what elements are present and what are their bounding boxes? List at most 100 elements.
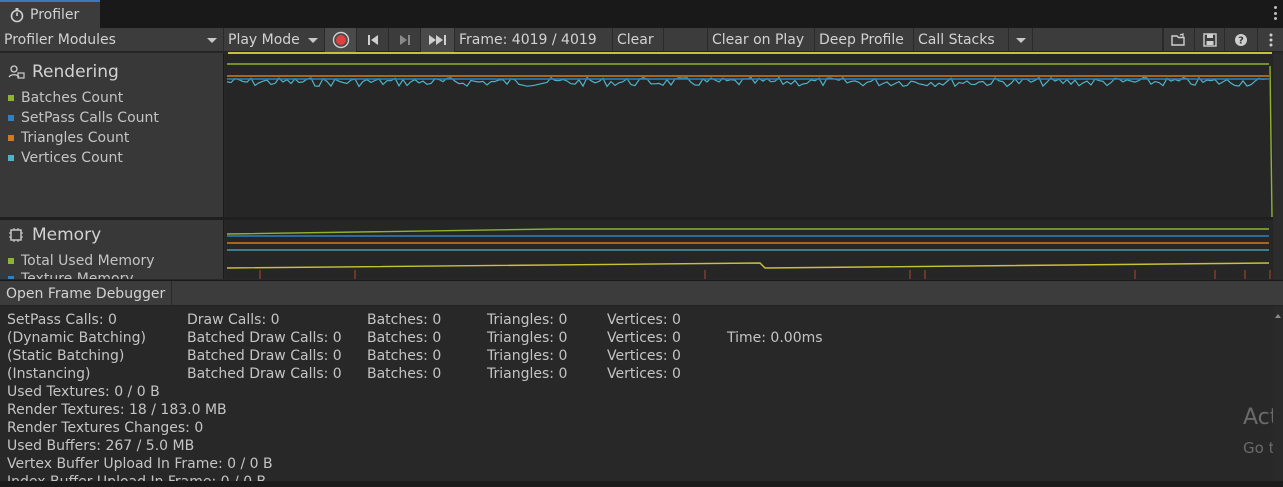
stat-dynamic-vertices: Vertices: 0 (607, 330, 681, 346)
clear-on-play-toggle[interactable]: Clear on Play (708, 28, 815, 52)
toolbar-spacer-right (1033, 28, 1163, 52)
legend-swatch (8, 135, 14, 141)
memory-chip-icon (6, 225, 26, 245)
memory-module[interactable]: Memory Total Used Memory Texture Memory (0, 220, 224, 279)
legend-item-vertices[interactable]: Vertices Count (8, 150, 123, 166)
stat-dynamic-batched-draw-calls: Batched Draw Calls: 0 (187, 330, 342, 346)
window-menu-icon[interactable] (1273, 6, 1277, 20)
help-button[interactable]: ? (1225, 28, 1258, 52)
stat-static-batched-draw-calls: Batched Draw Calls: 0 (187, 348, 342, 364)
record-icon (332, 31, 349, 49)
profiler-toolbar: Profiler Modules Play Mode Frame: 4019 /… (0, 28, 1283, 52)
gc-alloc-marks (259, 270, 1271, 279)
frame-counter-label: Frame: 4019 / 4019 (459, 32, 597, 48)
save-disk-icon (1202, 33, 1217, 47)
stat-instancing-triangles: Triangles: 0 (487, 366, 568, 382)
more-options-button[interactable] (1258, 28, 1283, 52)
save-button[interactable] (1195, 28, 1225, 52)
step-back-icon (367, 35, 378, 45)
memory-chart[interactable] (225, 220, 1273, 279)
vertical-dots-icon (1269, 33, 1272, 47)
legend-label: Vertices Count (21, 150, 123, 166)
module-list-panel: Rendering Batches Count SetPass Calls Co… (0, 53, 224, 279)
legend-swatch (8, 115, 14, 121)
rendering-module[interactable]: Rendering Batches Count SetPass Calls Co… (0, 53, 224, 217)
step-forward-icon (399, 35, 410, 45)
stat-triangles: Triangles: 0 (487, 312, 568, 328)
stat-index-buffer-upload: Index Buffer Upload In Frame: 0 / 0 B (7, 473, 266, 481)
last-frame-icon (428, 35, 446, 45)
stat-dynamic-batching: (Dynamic Batching) (7, 330, 147, 346)
stat-time: Time: 0.00ms (727, 330, 823, 346)
rendering-module-header[interactable]: Rendering (6, 62, 119, 82)
tab-profiler[interactable]: Profiler (0, 0, 100, 28)
legend-swatch (8, 155, 14, 161)
open-folder-icon (1171, 33, 1185, 46)
load-button[interactable] (1163, 28, 1195, 52)
memory-title: Memory (32, 225, 102, 245)
play-mode-label: Play Mode (228, 32, 300, 48)
tab-title: Profiler (30, 7, 80, 23)
legend-item-batches[interactable]: Batches Count (8, 90, 123, 106)
stat-render-texture-changes: Render Textures Changes: 0 (7, 420, 204, 436)
stat-static-vertices: Vertices: 0 (607, 348, 681, 364)
details-toolbar: Open Frame Debugger (0, 280, 1283, 306)
deep-profile-toggle[interactable]: Deep Profile (815, 28, 914, 52)
previous-frame-button[interactable] (357, 28, 389, 52)
profiler-modules-dropdown[interactable]: Profiler Modules (0, 28, 224, 52)
stat-dynamic-batches: Batches: 0 (367, 330, 442, 346)
stat-used-textures: Used Textures: 0 / 0 B (7, 384, 160, 400)
help-icon: ? (1235, 34, 1247, 47)
stat-dynamic-triangles: Triangles: 0 (487, 330, 568, 346)
legend-label: Texture Memory (21, 271, 134, 279)
clear-button[interactable]: Clear (612, 28, 664, 52)
window-tab-strip: Profiler (0, 0, 1283, 28)
memory-chart-svg (226, 228, 1271, 279)
chart-scrollbar[interactable] (1273, 54, 1283, 279)
toolbar-spacer (664, 28, 708, 52)
total-used-memory-series (226, 228, 1269, 235)
legend-label: SetPass Calls Count (21, 110, 159, 126)
window-bottom-edge (0, 481, 1283, 487)
svg-text:?: ? (1238, 36, 1244, 47)
stat-instancing-vertices: Vertices: 0 (607, 366, 681, 382)
profiler-stopwatch-icon (8, 6, 26, 24)
rendering-title: Rendering (32, 62, 119, 82)
next-frame-button[interactable] (389, 28, 421, 52)
legend-item-triangles[interactable]: Triangles Count (8, 130, 129, 146)
scroll-up-icon[interactable] (1275, 314, 1281, 318)
call-stacks-toggle[interactable]: Call Stacks (914, 28, 1009, 52)
frame-counter: Frame: 4019 / 4019 (455, 28, 612, 52)
call-stacks-label: Call Stacks (918, 32, 995, 48)
stat-instancing-batches: Batches: 0 (367, 366, 442, 382)
stat-vertices: Vertices: 0 (607, 312, 681, 328)
legend-item-total-used-memory[interactable]: Total Used Memory (8, 253, 155, 269)
legend-swatch (8, 276, 14, 279)
rendering-chart[interactable] (225, 54, 1273, 217)
legend-item-texture-memory[interactable]: Texture Memory (8, 271, 134, 279)
memory-module-header[interactable]: Memory (6, 225, 101, 245)
frame-end-drop (1269, 65, 1273, 217)
rendering-icon (6, 62, 26, 82)
record-button[interactable] (325, 28, 357, 52)
stats-scrollbar[interactable] (1273, 306, 1283, 481)
legend-label: Total Used Memory (21, 253, 155, 269)
open-frame-debugger-button[interactable]: Open Frame Debugger (0, 281, 173, 306)
stat-instancing-batched-draw-calls: Batched Draw Calls: 0 (187, 366, 342, 382)
stat-static-batching: (Static Batching) (7, 348, 125, 364)
rendering-stats-panel: SetPass Calls: 0 Draw Calls: 0 Batches: … (0, 306, 1283, 481)
legend-item-setpass[interactable]: SetPass Calls Count (8, 110, 159, 126)
play-mode-dropdown[interactable]: Play Mode (224, 28, 325, 52)
stat-static-triangles: Triangles: 0 (487, 348, 568, 364)
stat-setpass-calls: SetPass Calls: 0 (7, 312, 117, 328)
stat-used-buffers: Used Buffers: 267 / 5.0 MB (7, 438, 195, 454)
profiler-modules-label: Profiler Modules (4, 32, 116, 48)
legend-label: Triangles Count (21, 130, 130, 146)
clear-label: Clear (617, 32, 654, 48)
call-stacks-dropdown[interactable] (1009, 28, 1033, 52)
legend-swatch (8, 95, 14, 101)
current-frame-button[interactable] (421, 28, 455, 52)
stat-batches: Batches: 0 (367, 312, 442, 328)
stat-draw-calls: Draw Calls: 0 (187, 312, 280, 328)
rendering-chart-svg (226, 63, 1273, 217)
